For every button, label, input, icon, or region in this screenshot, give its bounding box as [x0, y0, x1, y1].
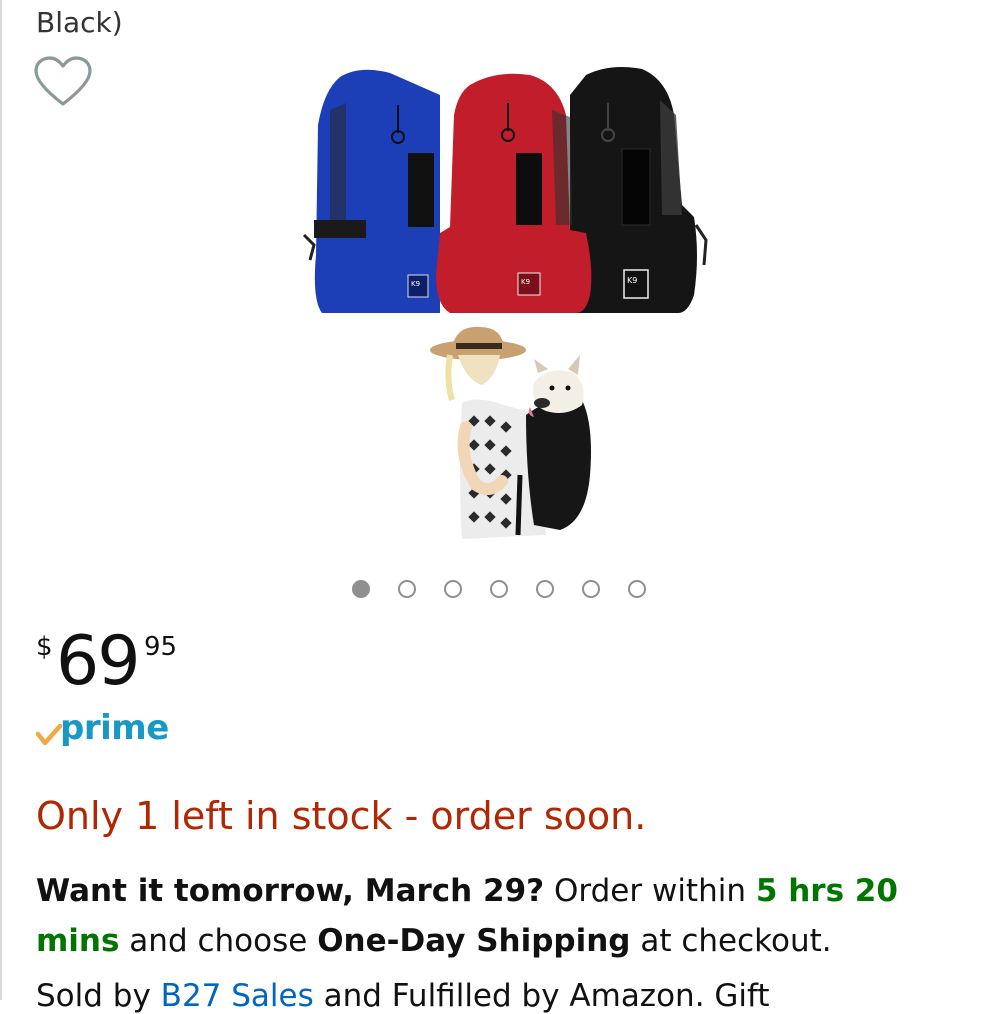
- gallery-dot-1[interactable]: [352, 580, 370, 598]
- delivery-date-question: Want it tomorrow, March 29?: [36, 873, 545, 909]
- shipping-option: One-Day Shipping: [317, 923, 631, 959]
- lifestyle-photo-image: [430, 326, 591, 539]
- red-backpack-image: K9: [436, 73, 592, 313]
- price-currency: $: [36, 632, 53, 662]
- page-left-border: [0, 0, 2, 1000]
- checkmark-icon: [36, 724, 62, 746]
- and-choose-text: and choose: [119, 923, 318, 959]
- svg-text:K9: K9: [521, 278, 530, 286]
- prime-label: prime: [60, 708, 169, 748]
- seller-link[interactable]: B27 Sales: [161, 978, 314, 1014]
- svg-text:K9: K9: [627, 276, 637, 285]
- svg-text:K9: K9: [411, 280, 420, 288]
- price-whole: 69: [56, 622, 141, 701]
- at-checkout-text: at checkout.: [630, 923, 832, 959]
- wishlist-heart-icon[interactable]: [34, 56, 92, 108]
- seller-prefix: Sold by: [36, 978, 161, 1014]
- stock-warning: Only 1 left in stock - order soon.: [36, 794, 647, 838]
- seller-suffix: and Fulfilled by Amazon. Gift: [313, 978, 770, 1014]
- product-title-tail: Black): [36, 6, 123, 39]
- gallery-dot-2[interactable]: [398, 580, 416, 598]
- product-image-gallery[interactable]: K9 K9 K9: [290, 55, 730, 545]
- gallery-dot-3[interactable]: [444, 580, 462, 598]
- order-within-text: Order within: [544, 873, 756, 909]
- delivery-message: Want it tomorrow, March 29? Order within…: [36, 866, 956, 966]
- gallery-dot-6[interactable]: [582, 580, 600, 598]
- gallery-dot-5[interactable]: [536, 580, 554, 598]
- gallery-dot-7[interactable]: [628, 580, 646, 598]
- price-fraction: 95: [144, 632, 178, 662]
- blue-backpack-image: K9: [302, 69, 440, 313]
- seller-info: Sold by B27 Sales and Fulfilled by Amazo…: [36, 978, 770, 1014]
- gallery-dot-4[interactable]: [490, 580, 508, 598]
